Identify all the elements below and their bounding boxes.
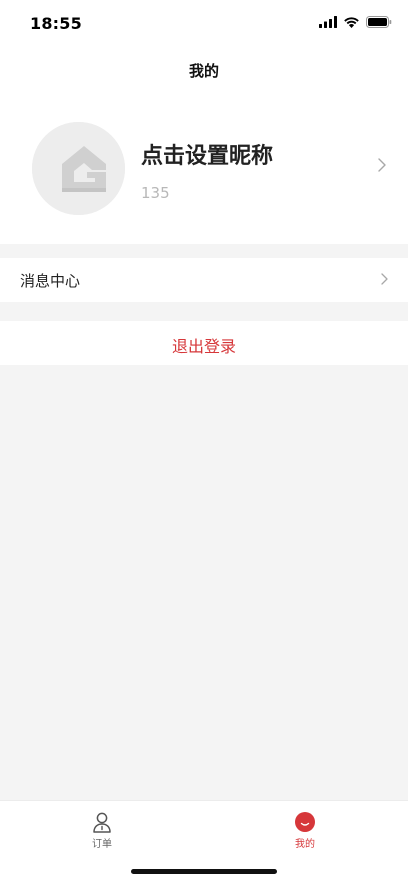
status-bar: 18:55 <box>0 0 408 48</box>
home-indicator <box>131 869 277 874</box>
status-icons <box>319 16 392 28</box>
logout-label: 退出登录 <box>171 337 236 356</box>
battery-icon <box>366 16 392 28</box>
default-avatar-g-logo-icon <box>32 122 125 215</box>
chevron-right-icon <box>378 158 386 172</box>
chevron-right-icon <box>381 273 388 285</box>
user-outline-icon <box>93 812 111 833</box>
phone-number: 135 <box>141 184 170 202</box>
tab-mine[interactable]: 我的 <box>265 811 345 850</box>
menu-item-message-center[interactable]: 消息中心 <box>0 258 408 302</box>
nav-bar: 我的 <box>0 48 408 92</box>
avatar[interactable] <box>32 122 125 215</box>
menu-item-label: 消息中心 <box>20 272 81 290</box>
wifi-icon <box>344 17 359 28</box>
cellular-signal-icon <box>319 16 337 28</box>
smile-face-icon <box>295 812 315 832</box>
profile-card[interactable]: 点击设置昵称 135 <box>0 92 408 244</box>
status-time: 18:55 <box>30 14 82 33</box>
tab-label: 我的 <box>295 839 315 850</box>
nickname[interactable]: 点击设置昵称 <box>141 138 273 170</box>
tab-orders[interactable]: 订单 <box>62 811 142 850</box>
tab-label: 订单 <box>92 839 112 850</box>
page-title: 我的 <box>188 62 219 80</box>
logout-button[interactable]: 退出登录 <box>0 321 408 365</box>
